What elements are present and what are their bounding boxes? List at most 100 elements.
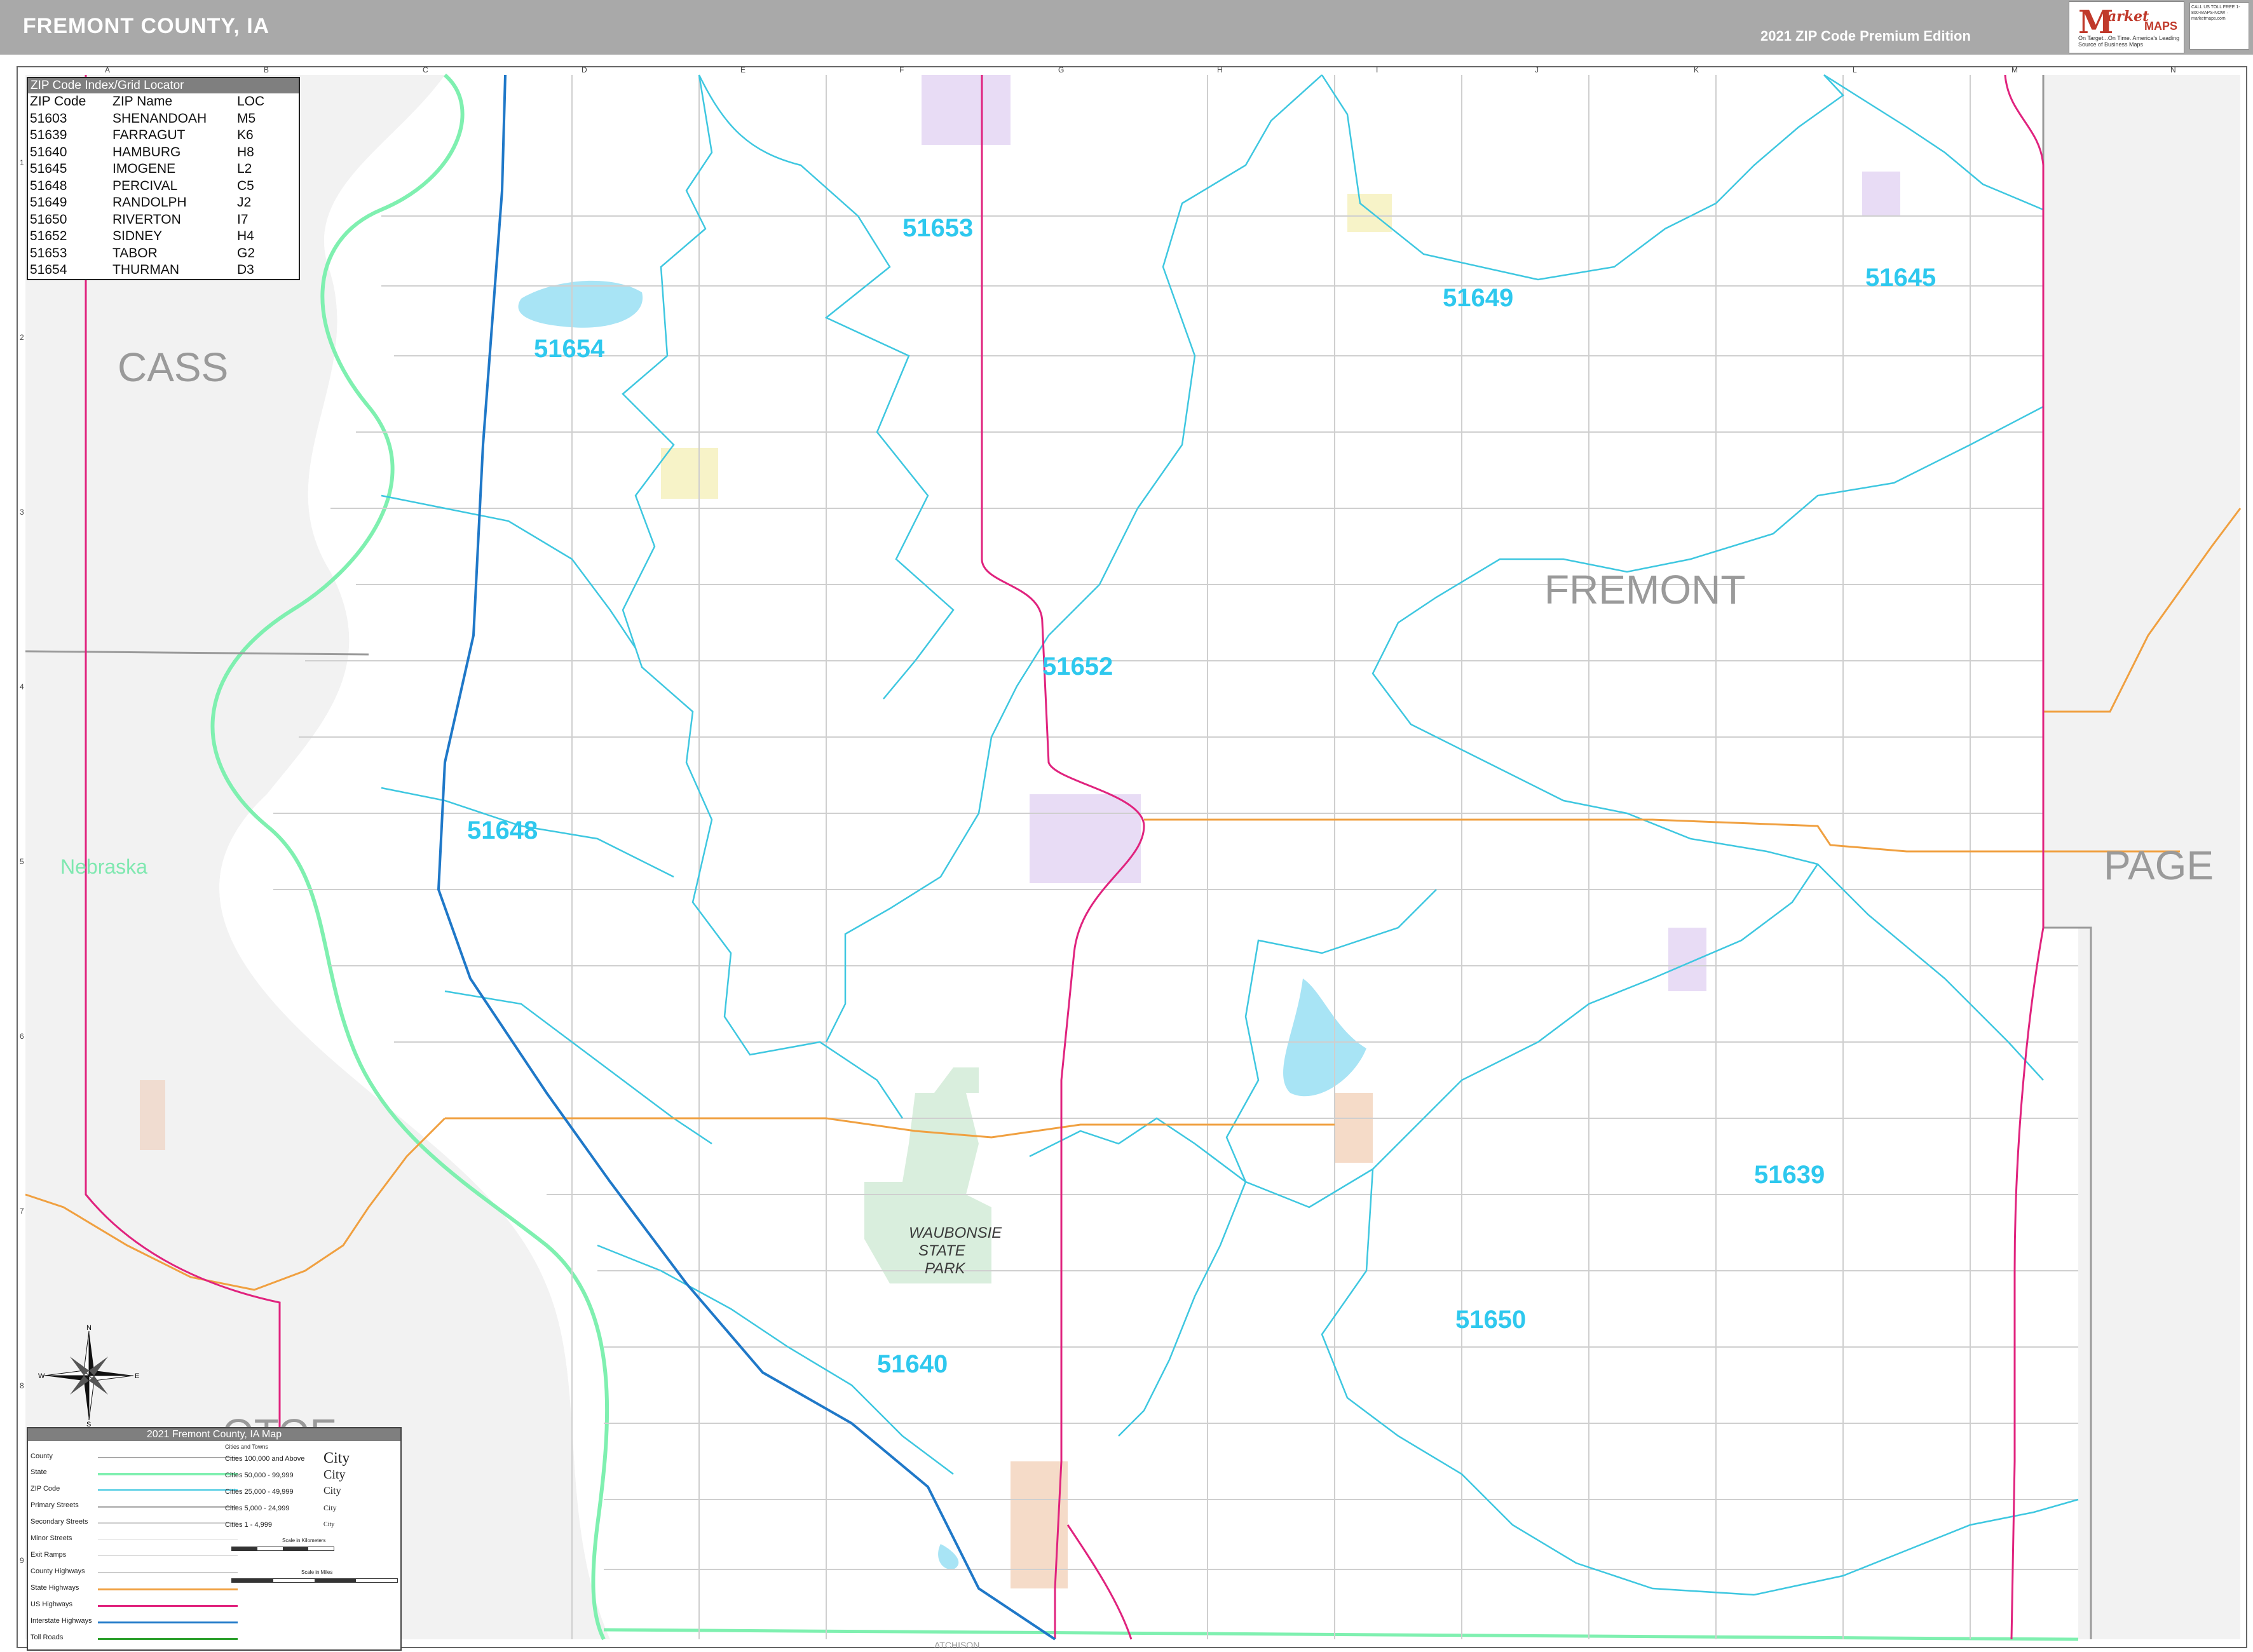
town-sidney (1030, 794, 1141, 883)
svg-text:STATE: STATE (918, 1242, 966, 1259)
legend-city-5k: Cities 5,000 - 24,999 (225, 1505, 290, 1512)
svg-text:B: B (264, 65, 269, 74)
fremont-county-label: FREMONT (1544, 567, 1745, 613)
legend-county-line (98, 1457, 238, 1458)
atchison-label: ATCHISON (934, 1640, 979, 1650)
legend-state-line (98, 1473, 238, 1475)
legend-minor-line (98, 1539, 238, 1540)
svg-text:6: 6 (20, 1032, 24, 1041)
table-row[interactable]: 51653 TABOR G2 (30, 245, 267, 262)
legend-city-sample-4: City (323, 1503, 337, 1512)
table-row[interactable]: 51639 FARRAGUT K6 (30, 127, 267, 144)
zip-label-51650: 51650 (1455, 1306, 1526, 1334)
svg-text:L: L (1853, 65, 1857, 74)
table-row[interactable]: 51603 SHENANDOAH M5 (30, 111, 267, 128)
map-legend: 2021 Fremont County, IA Map County State… (27, 1427, 402, 1651)
compass-s: S (86, 1421, 91, 1426)
svg-text:7: 7 (20, 1207, 24, 1215)
legend-primary-line (98, 1506, 238, 1508)
legend-city-1: Cities 1 - 4,999 (225, 1521, 272, 1529)
legend-city-sample-5: City (323, 1521, 335, 1528)
svg-text:J: J (1535, 65, 1539, 74)
town-riverton (1335, 1093, 1373, 1163)
svg-text:C: C (423, 65, 428, 74)
zip-label-51648: 51648 (467, 816, 538, 844)
table-row[interactable]: 51640 HAMBURG H8 (30, 144, 267, 161)
nebraska-label: Nebraska (60, 855, 147, 878)
svg-text:M: M (2011, 65, 2018, 74)
legend-minor: Minor Streets (31, 1534, 72, 1542)
legend-scale-bar-km (231, 1547, 334, 1551)
legend-zip-line (98, 1489, 238, 1491)
svg-text:9: 9 (20, 1556, 24, 1565)
legend-state: State (31, 1468, 47, 1476)
legend-scale-km: Scale in Kilometers (282, 1538, 326, 1543)
legend-interstate: Interstate Highways (31, 1617, 92, 1625)
zip-label-51649: 51649 (1443, 284, 1513, 312)
compass-w: W (38, 1372, 45, 1380)
zip-label-51653: 51653 (902, 214, 973, 242)
legend-exit: Exit Ramps (31, 1551, 67, 1559)
legend-city-25k: Cities 25,000 - 49,999 (225, 1488, 294, 1496)
svg-text:N: N (2170, 65, 2176, 74)
legend-secondary: Secondary Streets (31, 1518, 88, 1526)
svg-text:3: 3 (20, 508, 24, 517)
compass-n: N (86, 1325, 92, 1332)
legend-state-hwy-line (98, 1588, 238, 1590)
zip-label-51639: 51639 (1754, 1161, 1825, 1189)
town-thurman (661, 448, 718, 499)
map-canvas[interactable]: 51653 51649 51645 51654 51652 51648 5163… (0, 0, 2253, 1652)
table-row[interactable]: 51648 PERCIVAL C5 (30, 178, 267, 195)
compass-rose-icon: N S E W (38, 1325, 139, 1426)
zip-index-table: ZIP Code Index/Grid Locator ZIP Code ZIP… (27, 77, 300, 280)
table-row[interactable]: 51649 RANDOLPH J2 (30, 194, 267, 212)
legend-interstate-line (98, 1622, 238, 1623)
table-row[interactable]: 51652 SIDNEY H4 (30, 228, 267, 245)
town-tabor (922, 75, 1011, 145)
cass-county-label: CASS (118, 344, 228, 390)
svg-text:D: D (582, 65, 587, 74)
zip-label-51654: 51654 (534, 335, 605, 363)
legend-city-sample-1: City (323, 1450, 350, 1466)
svg-text:2: 2 (20, 333, 24, 342)
legend-us-hwy: US Highways (31, 1601, 73, 1608)
compass-e: E (135, 1372, 139, 1380)
legend-us-hwy-line (98, 1605, 238, 1607)
svg-text:5: 5 (20, 857, 24, 866)
town-west (140, 1080, 165, 1150)
svg-text:8: 8 (20, 1381, 24, 1390)
page-county-label: PAGE (2104, 843, 2214, 888)
legend-city-sample-3: City (323, 1486, 341, 1496)
svg-text:4: 4 (20, 682, 24, 691)
legend-city-50k: Cities 50,000 - 99,999 (225, 1472, 294, 1479)
legend-scale-bar-mi (231, 1578, 398, 1583)
svg-text:H: H (1217, 65, 1223, 74)
legend-county-hwy: County Highways (31, 1567, 85, 1575)
zip-index-grid: ZIP Code ZIP Name LOC 51603 SHENANDOAH M5 … (30, 93, 267, 279)
town-farragut (1668, 928, 1706, 991)
town-imogene (1862, 172, 1900, 216)
zip-label-51645: 51645 (1865, 264, 1936, 292)
legend-county: County (31, 1452, 53, 1460)
svg-text:I: I (1376, 65, 1378, 74)
svg-text:E: E (740, 65, 745, 74)
svg-text:PARK: PARK (925, 1260, 966, 1277)
legend-toll: Toll Roads (31, 1634, 64, 1641)
legend-secondary-line (98, 1522, 238, 1524)
svg-text:G: G (1058, 65, 1064, 74)
table-row[interactable]: 51650 RIVERTON I7 (30, 212, 267, 229)
legend-primary: Primary Streets (31, 1501, 79, 1509)
legend-zip: ZIP Code (31, 1485, 60, 1493)
table-row[interactable]: 51654 THURMAN D3 (30, 262, 267, 279)
table-row[interactable]: 51645 IMOGENE L2 (30, 161, 267, 178)
legend-scale-mi: Scale in Miles (301, 1569, 333, 1575)
zip-index-title: ZIP Code Index/Grid Locator (28, 78, 299, 93)
legend-toll-line (98, 1638, 238, 1640)
zip-label-51652: 51652 (1042, 653, 1113, 680)
legend-city-sample-2: City (323, 1468, 346, 1482)
svg-text:K: K (1694, 65, 1699, 74)
legend-county-hwy-line (98, 1572, 238, 1573)
legend-cities-title: Cities and Towns (225, 1444, 268, 1450)
svg-text:1: 1 (20, 158, 24, 167)
legend-exit-line (98, 1555, 238, 1556)
